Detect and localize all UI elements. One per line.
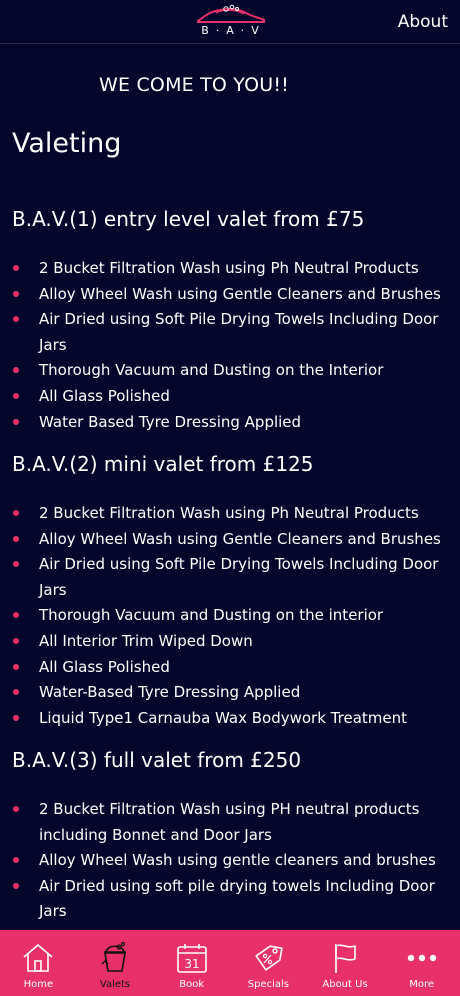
bav-logo[interactable]: B·A·V xyxy=(194,4,266,40)
list-item: All Interior Trim Wiped Down xyxy=(12,629,448,655)
list-item: Liquid Type1 Carnauba Wax Bodywork Treat… xyxy=(12,706,448,732)
tag-icon xyxy=(255,945,284,971)
page-title: Valeting xyxy=(12,128,122,159)
valet-package-3: B.A.V.(3) full valet from £250 2 Bucket … xyxy=(12,747,448,925)
tab-label: Specials xyxy=(247,979,289,990)
list-item: Water-Based Tyre Dressing Applied xyxy=(12,680,448,706)
list-item: All Glass Polished xyxy=(12,384,448,410)
feature-list: 2 Bucket Filtration Wash using Ph Neutra… xyxy=(12,501,448,731)
tab-about-us[interactable]: About Us xyxy=(307,930,384,996)
tab-more[interactable]: More xyxy=(383,930,460,996)
valet-title: B.A.V.(2) mini valet from £125 xyxy=(12,452,314,476)
list-item: All Glass Polished xyxy=(12,655,448,681)
flag-icon xyxy=(335,944,356,973)
list-item: Alloy Wheel Wash using gentle cleaners a… xyxy=(12,848,448,874)
app-header: B·A·V About xyxy=(0,0,460,44)
list-item: Air Dried using Soft Pile Drying Towels … xyxy=(12,307,448,358)
valet-title: B.A.V.(3) full valet from £250 xyxy=(12,748,302,772)
tab-label: Valets xyxy=(99,979,131,990)
list-item: Thorough Vacuum and Dusting on the Inter… xyxy=(12,358,448,384)
bottom-tab-bar: Home Valets 31 Book Specials About Us Mo… xyxy=(0,930,460,996)
tab-label: Book xyxy=(179,979,205,990)
list-item: Air Dried using Soft Pile Drying Towels … xyxy=(12,552,448,603)
valet-package-2: B.A.V.(2) mini valet from £125 2 Bucket … xyxy=(12,451,448,731)
valet-package-1: B.A.V.(1) entry level valet from £75 2 B… xyxy=(12,206,448,435)
tab-label: Home xyxy=(23,979,54,990)
calendar-day: 31 xyxy=(184,957,199,971)
car-logo-icon xyxy=(197,4,265,23)
list-item: 2 Bucket Filtration Wash using Ph Neutra… xyxy=(12,501,448,527)
tab-home[interactable]: Home xyxy=(0,930,77,996)
list-item: 2 Bucket Filtration Wash using PH neutra… xyxy=(12,797,448,848)
main-content[interactable]: WE COME TO YOU!! Valeting B.A.V.(1) entr… xyxy=(0,44,460,930)
home-icon xyxy=(23,944,53,972)
tab-label: About Us xyxy=(322,979,368,990)
tab-book[interactable]: 31 Book xyxy=(153,930,230,996)
valet-title: B.A.V.(1) entry level valet from £75 xyxy=(12,207,365,231)
feature-list: 2 Bucket Filtration Wash using Ph Neutra… xyxy=(12,256,448,435)
more-icon xyxy=(407,954,436,962)
feature-list: 2 Bucket Filtration Wash using PH neutra… xyxy=(12,797,448,925)
logo-text: B·A·V xyxy=(201,24,266,37)
list-item: Alloy Wheel Wash using Gentle Cleaners a… xyxy=(12,282,448,308)
list-item: Alloy Wheel Wash using Gentle Cleaners a… xyxy=(12,527,448,553)
list-item: Air Dried using soft pile drying towels … xyxy=(12,874,448,925)
about-link[interactable]: About xyxy=(398,12,448,32)
list-item: 2 Bucket Filtration Wash using Ph Neutra… xyxy=(12,256,448,282)
tab-valets[interactable]: Valets xyxy=(77,930,154,996)
tab-label: More xyxy=(409,979,435,990)
tagline: WE COME TO YOU!! xyxy=(99,74,289,96)
tab-specials[interactable]: Specials xyxy=(230,930,307,996)
list-item: Water Based Tyre Dressing Applied xyxy=(12,410,448,436)
bucket-icon xyxy=(101,941,126,972)
list-item: Thorough Vacuum and Dusting on the inter… xyxy=(12,603,448,629)
calendar-icon: 31 xyxy=(176,944,207,973)
